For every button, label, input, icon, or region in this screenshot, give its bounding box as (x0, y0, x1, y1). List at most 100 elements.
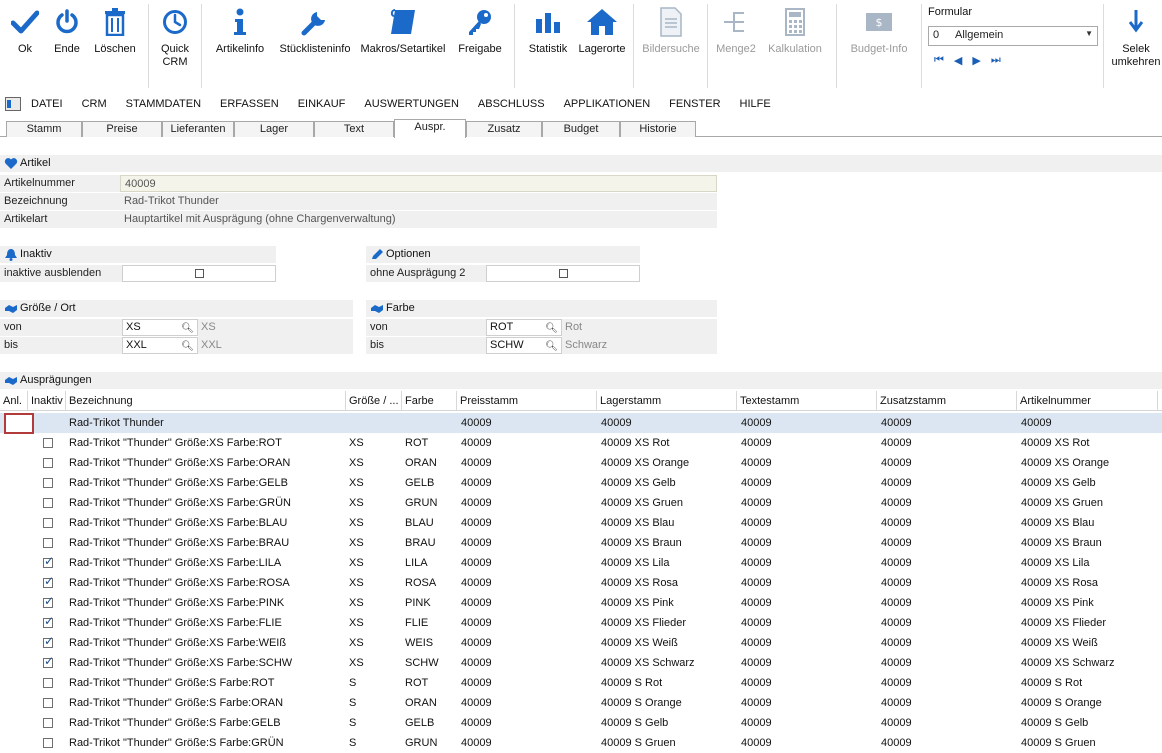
farbe-bis-input[interactable]: SCHW 🔍︎ (486, 337, 562, 354)
ohne-auspraegung-checkbox[interactable] (559, 269, 568, 278)
menu-applikationen[interactable]: APPLIKATIONEN (564, 98, 651, 110)
stuecklisteninfo-button[interactable]: Stücklisteninfo (274, 4, 356, 84)
inaktiv-checkbox[interactable] (43, 678, 53, 688)
document-icon (655, 6, 687, 38)
lagerorte-button[interactable]: Lagerorte (574, 4, 630, 84)
tab-lieferanten[interactable]: Lieferanten (162, 121, 234, 137)
menu-auswertungen[interactable]: AUSWERTUNGEN (364, 98, 459, 110)
table-row[interactable]: Rad-Trikot "Thunder" Größe:XS Farbe:GELB… (0, 473, 1162, 493)
cell-artikelnummer: 40009 XS Pink (1021, 597, 1094, 609)
bildersuche-button[interactable]: Bildersuche (639, 4, 703, 84)
selektion-umkehren-button[interactable]: Selek umkehren (1110, 4, 1162, 84)
column-header-inaktiv[interactable]: Inaktiv (28, 391, 66, 411)
ende-button[interactable]: Ende (50, 4, 84, 84)
tab-preise[interactable]: Preise (82, 121, 162, 137)
inaktiv-checkbox[interactable] (43, 698, 53, 708)
inaktive-ausblenden-checkbox[interactable] (195, 269, 204, 278)
next-record-icon[interactable]: ▶ (972, 54, 980, 67)
column-header-anl[interactable]: Anl. (0, 391, 28, 411)
search-icon[interactable]: 🔍︎ (545, 321, 558, 336)
inaktiv-checkbox[interactable] (43, 654, 54, 668)
menu-hilfe[interactable]: HILFE (740, 98, 771, 110)
table-row[interactable]: Rad-Trikot "Thunder" Größe:XS Farbe:SCHW… (0, 653, 1162, 673)
search-icon[interactable]: 🔍︎ (545, 339, 558, 354)
inaktiv-checkbox[interactable] (43, 738, 53, 748)
menu-einkauf[interactable]: EINKAUF (298, 98, 346, 110)
inaktiv-checkbox[interactable] (43, 458, 53, 468)
tab-lager[interactable]: Lager (234, 121, 314, 137)
column-header-preisstamm[interactable]: Preisstamm (457, 391, 597, 411)
menu-fenster[interactable]: FENSTER (669, 98, 720, 110)
freigabe-button[interactable]: Freigabe (455, 4, 505, 84)
column-header-groesse[interactable]: Größe / ... (346, 391, 402, 411)
inaktiv-checkbox[interactable] (43, 554, 54, 568)
cell-textestamm: 40009 (741, 457, 772, 469)
tab-zusatz[interactable]: Zusatz (466, 121, 542, 137)
table-row[interactable]: Rad-Trikot "Thunder" Größe:XS Farbe:ORAN… (0, 453, 1162, 473)
inaktiv-checkbox[interactable] (43, 718, 53, 728)
tab-text[interactable]: Text (314, 121, 394, 137)
cell-textestamm: 40009 (741, 677, 772, 689)
quick-crm-button[interactable]: Quick CRM (154, 4, 196, 84)
search-icon[interactable]: 🔍︎ (181, 339, 194, 354)
table-row[interactable]: Rad-Trikot "Thunder" Größe:XS Farbe:PINK… (0, 593, 1162, 613)
kalkulation-button[interactable]: Kalkulation (764, 4, 826, 84)
groesse-von-input[interactable]: XS 🔍︎ (122, 319, 198, 336)
column-header-lagerstamm[interactable]: Lagerstamm (597, 391, 737, 411)
inaktiv-checkbox[interactable] (43, 538, 53, 548)
menu-abschluss[interactable]: ABSCHLUSS (478, 98, 545, 110)
artikelinfo-button[interactable]: Artikelinfo (211, 4, 269, 84)
cell-groesse: XS (349, 517, 364, 529)
previous-record-icon[interactable]: ◀ (954, 54, 962, 67)
cell-textestamm: 40009 (741, 517, 772, 529)
table-row[interactable]: Rad-Trikot "Thunder" Größe:S Farbe:ROT S R… (0, 673, 1162, 693)
ok-button[interactable]: Ok (8, 4, 42, 84)
window-icon[interactable] (5, 97, 21, 111)
table-row[interactable]: Rad-Trikot "Thunder" Größe:XS Farbe:LILA… (0, 553, 1162, 573)
tab-auspraegungen[interactable]: Auspr. (394, 119, 466, 138)
inaktiv-checkbox[interactable] (43, 498, 53, 508)
loeschen-button[interactable]: Löschen (92, 4, 138, 84)
statistik-button[interactable]: Statistik (525, 4, 571, 84)
groesse-bis-input[interactable]: XXL 🔍︎ (122, 337, 198, 354)
column-header-farbe[interactable]: Farbe (402, 391, 457, 411)
last-record-icon[interactable]: ⏭ (991, 54, 1001, 67)
menu-stammdaten[interactable]: STAMMDATEN (126, 98, 201, 110)
inaktiv-checkbox[interactable] (43, 614, 54, 628)
table-row[interactable]: Rad-Trikot "Thunder" Größe:XS Farbe:BLAU… (0, 513, 1162, 533)
budget-info-button[interactable]: $ Budget-Info (844, 4, 914, 84)
tab-historie[interactable]: Historie (620, 121, 696, 137)
anl-cell[interactable] (4, 413, 34, 434)
table-row[interactable]: Rad-Trikot "Thunder" Größe:S Farbe:ORAN S… (0, 693, 1162, 713)
formular-select[interactable]: 0 Allgemein ▼ (928, 26, 1098, 46)
menu-datei[interactable]: DATEI (31, 98, 63, 110)
first-record-icon[interactable]: ⏮ (934, 54, 944, 67)
makros-setartikel-button[interactable]: Makros/Setartikel (356, 4, 450, 84)
inaktiv-checkbox[interactable] (43, 438, 53, 448)
farbe-von-input[interactable]: ROT 🔍︎ (486, 319, 562, 336)
table-row[interactable]: Rad-Trikot "Thunder" Größe:S Farbe:GRÜN S… (0, 733, 1162, 753)
tab-budget[interactable]: Budget (542, 121, 620, 137)
inaktiv-checkbox[interactable] (43, 594, 54, 608)
tab-stamm[interactable]: Stamm (6, 121, 82, 137)
table-row[interactable]: Rad-Trikot "Thunder" Größe:XS Farbe:ROT X… (0, 433, 1162, 453)
column-header-zusatzstamm[interactable]: Zusatzstamm (877, 391, 1017, 411)
inaktiv-checkbox[interactable] (43, 478, 53, 488)
table-row[interactable]: Rad-Trikot "Thunder" Größe:XS Farbe:ROSA… (0, 573, 1162, 593)
table-row[interactable]: Rad-Trikot "Thunder" Größe:XS Farbe:WEIß… (0, 633, 1162, 653)
menge2-button[interactable]: Menge2 (713, 4, 759, 84)
column-header-textestamm[interactable]: Textestamm (737, 391, 877, 411)
table-row[interactable]: Rad-Trikot "Thunder" Größe:XS Farbe:BRAU… (0, 533, 1162, 553)
menu-crm[interactable]: CRM (82, 98, 107, 110)
table-row[interactable]: Rad-Trikot Thunder 40009 40009 40009 40009 40… (0, 413, 1162, 434)
table-row[interactable]: Rad-Trikot "Thunder" Größe:XS Farbe:FLIE… (0, 613, 1162, 633)
column-header-artikelnummer[interactable]: Artikelnummer (1017, 391, 1158, 411)
table-row[interactable]: Rad-Trikot "Thunder" Größe:S Farbe:GELB S… (0, 713, 1162, 733)
table-row[interactable]: Rad-Trikot "Thunder" Größe:XS Farbe:GRÜN… (0, 493, 1162, 513)
inaktiv-checkbox[interactable] (43, 518, 53, 528)
column-header-bezeichnung[interactable]: Bezeichnung (66, 391, 346, 411)
inaktiv-checkbox[interactable] (43, 634, 54, 648)
menu-erfassen[interactable]: ERFASSEN (220, 98, 279, 110)
inaktiv-checkbox[interactable] (43, 574, 54, 588)
search-icon[interactable]: 🔍︎ (181, 321, 194, 336)
